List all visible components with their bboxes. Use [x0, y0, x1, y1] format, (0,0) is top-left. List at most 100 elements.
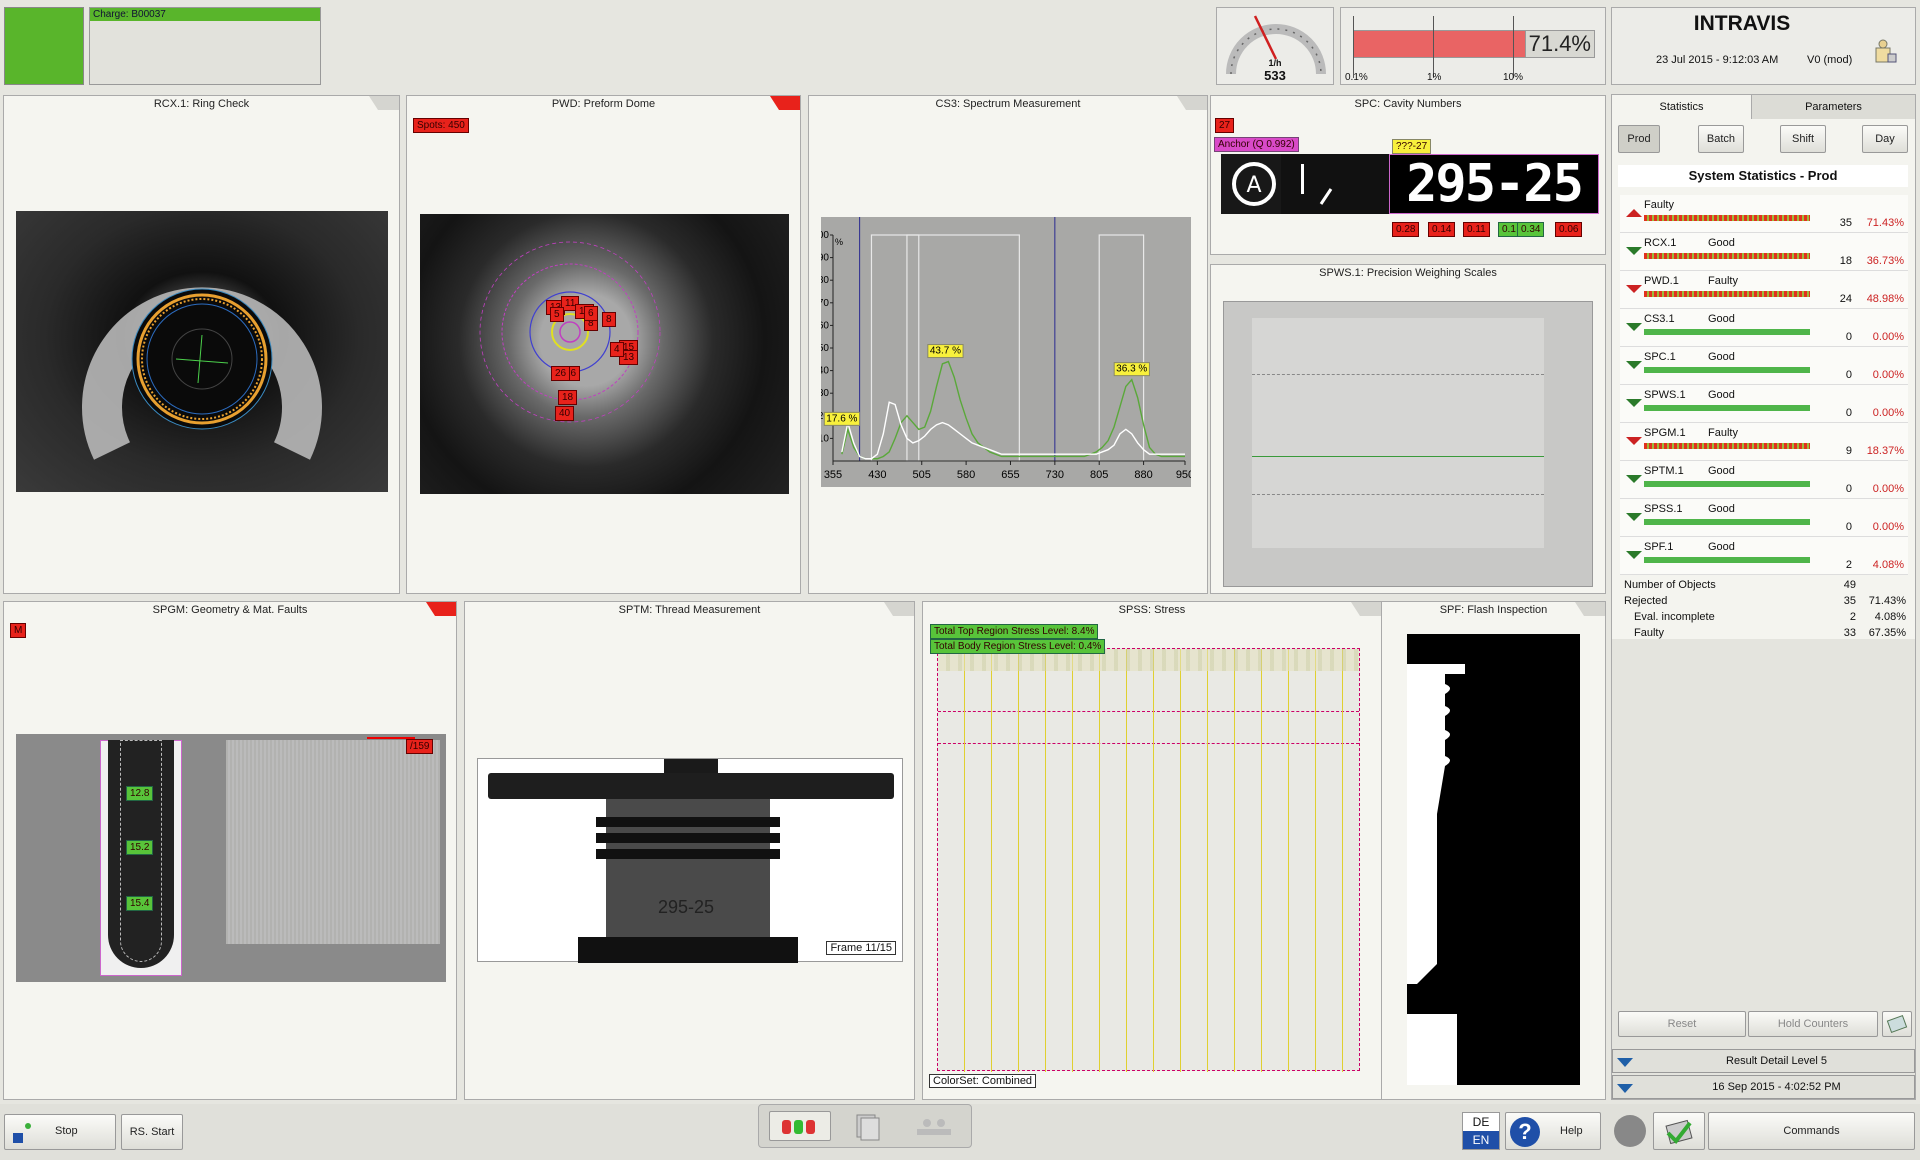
status-circle-icon — [1614, 1115, 1646, 1147]
stats-row-name: SPTM.1 — [1644, 465, 1684, 477]
stats-row-count: 0 — [1845, 521, 1852, 533]
stats-row[interactable]: SPSS.1 Good 0 0.00% — [1620, 499, 1908, 537]
score-tag: 0.06 — [1555, 222, 1583, 237]
chevron-down-icon[interactable] — [1617, 1084, 1633, 1093]
stats-row-percent: 0.00% — [1872, 369, 1904, 381]
detail-level-row[interactable]: Result Detail Level 5 — [1612, 1049, 1915, 1073]
lang-en[interactable]: EN — [1463, 1131, 1499, 1149]
stats-row-status: Good — [1708, 313, 1735, 325]
peak-label: 17.6 % — [826, 413, 857, 424]
help-icon: ? — [1510, 1117, 1540, 1147]
rs-start-button[interactable]: RS. Start — [121, 1114, 183, 1150]
stop-button[interactable]: Stop — [4, 1114, 116, 1150]
stats-row-percent: 18.37% — [1866, 445, 1904, 457]
y-tick-label: 70 — [821, 298, 829, 309]
preform-dome-image: 13 11 5 13 8 8 6 15 13 26 18 40 4 26 — [420, 214, 789, 494]
panel-spgm[interactable]: SPGM: Geometry & Mat. Faults M 12.8 15.2… — [3, 601, 457, 1100]
stats-row-count: 35 — [1839, 217, 1852, 229]
summary-count: 2 — [1849, 611, 1856, 623]
x-tick-label: 430 — [868, 469, 886, 481]
stats-row[interactable]: SPWS.1 Good 0 0.00% — [1620, 385, 1908, 423]
summary-label: Faulty — [1634, 627, 1664, 639]
panel-spws[interactable]: SPWS.1: Precision Weighing Scales — [1210, 264, 1606, 594]
scale-label: 0.1% — [1345, 72, 1368, 83]
defect-marker: 18 — [558, 390, 578, 405]
stats-row-count: 0 — [1845, 331, 1852, 343]
period-shift-button[interactable]: Shift — [1780, 125, 1826, 153]
summary-percent: 4.08% — [1874, 611, 1906, 623]
stats-sidebar: Statistics Parameters Prod Batch Shift D… — [1611, 94, 1916, 1100]
cavity-view-icon[interactable] — [769, 1111, 831, 1141]
reset-button[interactable]: Reset — [1618, 1011, 1746, 1037]
stats-row-bar — [1644, 443, 1810, 449]
panel-spss[interactable]: SPSS: Stress Total Top Region Stress Lev… — [922, 601, 1382, 1100]
chevron-down-icon[interactable] — [1617, 1058, 1633, 1067]
stats-row[interactable]: SPF.1 Good 2 4.08% — [1620, 537, 1908, 575]
help-button[interactable]: ? Help — [1505, 1112, 1601, 1150]
panel-spf[interactable]: SPF: Flash Inspection — [1381, 601, 1606, 1100]
stats-row-count: 2 — [1845, 559, 1852, 571]
panel-title: SPGM: Geometry & Mat. Faults — [152, 604, 308, 616]
weighing-plot — [1223, 301, 1593, 587]
user-lock-icon[interactable] — [1872, 38, 1898, 66]
defect-marker: 4 — [610, 342, 624, 357]
language-switch[interactable]: DE EN — [1462, 1112, 1500, 1150]
stats-row[interactable]: Faulty 35 71.43% — [1620, 195, 1908, 233]
tab-parameters[interactable]: Parameters — [1752, 95, 1915, 119]
panel-spc[interactable]: SPC: Cavity Numbers 27 Anchor (Q 0.992) … — [1210, 95, 1606, 255]
commands-button[interactable]: Commands — [1708, 1112, 1915, 1150]
view-switcher — [758, 1104, 972, 1148]
panel-cs3[interactable]: CS3: Spectrum Measurement 10203040506070… — [808, 95, 1208, 594]
detail-date-row[interactable]: 16 Sep 2015 - 4:02:52 PM — [1612, 1075, 1915, 1099]
hold-counters-button[interactable]: Hold Counters — [1748, 1011, 1878, 1037]
count-tag: 27 — [1215, 118, 1235, 133]
y-tick-label: 40 — [821, 366, 829, 377]
datetime: 23 Jul 2015 - 9:12:03 AM — [1656, 54, 1779, 66]
trend-down-icon — [1626, 285, 1642, 293]
score-tag: 0.28 — [1392, 222, 1420, 237]
summary-row: Number of Objects 49 — [1624, 579, 1906, 595]
panel-sptm[interactable]: SPTM: Thread Measurement 295-25 Frame 11… — [464, 601, 915, 1100]
period-day-button[interactable]: Day — [1862, 125, 1908, 153]
period-batch-button[interactable]: Batch — [1698, 125, 1744, 153]
stats-row[interactable]: SPC.1 Good 0 0.00% — [1620, 347, 1908, 385]
stats-row-status: Good — [1708, 237, 1735, 249]
panel-rcx[interactable]: RCX.1: Ring Check — [3, 95, 400, 594]
panel-title: SPSS: Stress — [1118, 604, 1186, 616]
summary-row: Eval. incomplete 2 4.08% — [1624, 611, 1906, 627]
x-tick-label: 950 — [1176, 469, 1191, 481]
stats-row-percent: 0.00% — [1872, 407, 1904, 419]
period-prod-button[interactable]: Prod — [1618, 125, 1660, 153]
svg-text:A: A — [1246, 173, 1261, 198]
panel-pwd[interactable]: PWD: Preform Dome Spots: 450 13 11 5 13 … — [406, 95, 801, 594]
stats-row[interactable]: SPGM.1 Faulty 9 18.37% — [1620, 423, 1908, 461]
status-dot-icon — [25, 1123, 31, 1129]
stats-row-count: 9 — [1845, 445, 1852, 457]
stats-row-name: SPF.1 — [1644, 541, 1674, 553]
export-icon[interactable] — [1882, 1011, 1912, 1037]
y-tick-label: 100 — [821, 230, 829, 241]
speed-gauge: 1/h 533 — [1216, 7, 1334, 85]
chart-background — [821, 217, 1191, 487]
stats-row-bar — [1644, 215, 1810, 221]
ring-check-image — [16, 211, 388, 492]
stats-row-name: SPC.1 — [1644, 351, 1676, 363]
lang-de[interactable]: DE — [1463, 1113, 1499, 1131]
stats-row[interactable]: PWD.1 Faulty 24 48.98% — [1620, 271, 1908, 309]
machine-icon[interactable] — [903, 1111, 963, 1141]
stats-row-name: SPWS.1 — [1644, 389, 1686, 401]
summary-count: 35 — [1843, 595, 1856, 607]
panel-title: SPC: Cavity Numbers — [1354, 98, 1462, 110]
documents-icon[interactable] — [843, 1111, 893, 1141]
stats-row-bar — [1644, 481, 1810, 487]
stats-row-percent: 4.08% — [1872, 559, 1904, 571]
stats-row[interactable]: CS3.1 Good 0 0.00% — [1620, 309, 1908, 347]
acknowledge-icon[interactable] — [1653, 1112, 1705, 1150]
summary-count: 49 — [1843, 579, 1856, 591]
stats-row[interactable]: RCX.1 Good 18 36.73% — [1620, 233, 1908, 271]
stats-row[interactable]: SPTM.1 Good 0 0.00% — [1620, 461, 1908, 499]
tab-statistics[interactable]: Statistics — [1612, 95, 1752, 119]
trend-down-icon — [1626, 361, 1642, 369]
geometry-image: 12.8 15.2 15.4 /159 — [16, 734, 446, 982]
stats-row-status: Good — [1708, 465, 1735, 477]
